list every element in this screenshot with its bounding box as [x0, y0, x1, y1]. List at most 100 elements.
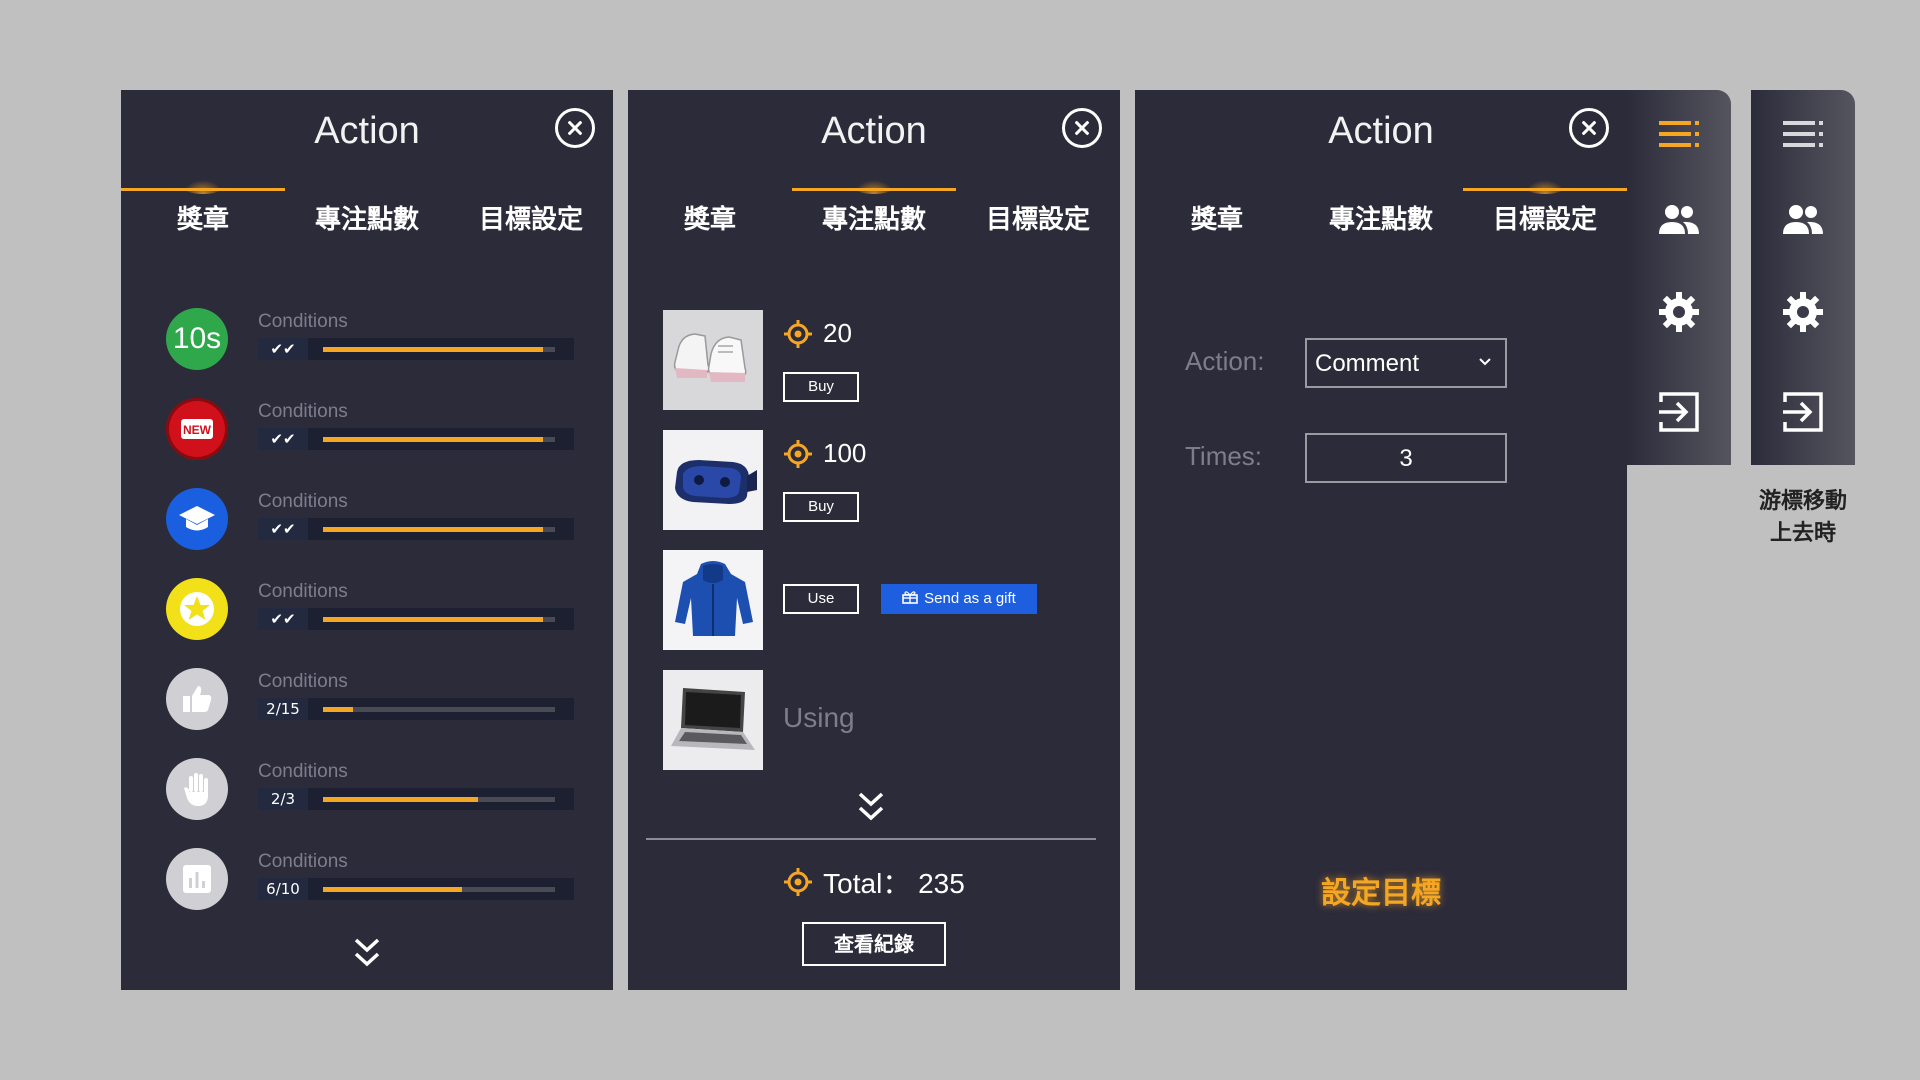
progress-track	[323, 887, 555, 892]
hand-icon	[166, 758, 228, 820]
progress-track	[323, 527, 555, 532]
achievement-item[interactable]: Conditions ✔✔	[166, 578, 586, 644]
tab-focus-points[interactable]: 專注點數	[285, 190, 449, 250]
total-label: Total： 235	[823, 868, 965, 899]
tab-bar: 獎章 專注點數 目標設定	[1135, 188, 1627, 250]
tab-medals[interactable]: 獎章	[1135, 190, 1299, 250]
achievement-progress: ✔✔	[258, 338, 574, 360]
sneakers-image	[663, 310, 763, 410]
target-icon	[784, 868, 813, 896]
vr-headset-image	[663, 430, 763, 530]
action-select[interactable]: Comment	[1305, 338, 1507, 388]
tab-goal-setting[interactable]: 目標設定	[1463, 188, 1627, 250]
achievement-label: Conditions	[258, 311, 348, 332]
tab-label: 目標設定	[1492, 205, 1597, 235]
progress-fill	[323, 347, 544, 352]
scroll-down-icon[interactable]	[856, 790, 886, 824]
new-badge-icon: NEW	[166, 398, 228, 460]
tab-medals[interactable]: 獎章	[121, 188, 285, 250]
target-icon	[784, 439, 812, 468]
shop-panel: Action 獎章 專注點數 目標設定 20 Buy 100 Buy Use S…	[628, 90, 1120, 990]
graduation-cap-icon	[166, 488, 228, 550]
progress-fill	[323, 617, 544, 622]
achievement-item[interactable]: NEW Conditions ✔✔	[166, 398, 586, 464]
gift-icon	[902, 591, 918, 604]
progress-fill	[323, 437, 544, 442]
times-input[interactable]: 3	[1305, 433, 1507, 483]
settings-icon[interactable]	[1657, 290, 1701, 334]
send-gift-button[interactable]: Send as a gift	[881, 584, 1037, 614]
progress-fill	[323, 797, 479, 802]
tab-medals[interactable]: 獎章	[628, 190, 792, 250]
achievement-item[interactable]: Conditions 2/15	[166, 668, 586, 734]
buy-button[interactable]: Buy	[783, 372, 859, 402]
view-history-button[interactable]: 查看紀錄	[802, 922, 946, 966]
achievement-badge: ✔✔	[258, 338, 308, 360]
menu-icon[interactable]	[1781, 112, 1825, 156]
achievement-label: Conditions	[258, 671, 348, 692]
tab-focus-points[interactable]: 專注點數	[1299, 190, 1463, 250]
price-value: 100	[823, 438, 867, 468]
panel-title: Action	[821, 110, 927, 152]
achievements-panel: Action 獎章 專注點數 目標設定 10s Conditions ✔✔ NE…	[121, 90, 613, 990]
item-price: 20	[783, 318, 852, 349]
tab-bar: 獎章 專注點數 目標設定	[121, 188, 613, 250]
progress-fill	[323, 887, 463, 892]
shop-item: Using	[663, 670, 1083, 770]
progress-fill	[323, 527, 544, 532]
tab-goal-setting[interactable]: 目標設定	[449, 190, 613, 250]
divider	[646, 838, 1096, 840]
close-icon[interactable]	[555, 108, 595, 148]
progress-track	[323, 707, 555, 712]
logout-icon[interactable]	[1781, 390, 1825, 434]
times-label: Times:	[1185, 441, 1263, 471]
achievement-item[interactable]: Conditions ✔✔	[166, 488, 586, 554]
achievement-item[interactable]: Conditions 2/3	[166, 758, 586, 824]
achievement-progress: ✔✔	[258, 518, 574, 540]
buy-button[interactable]: Buy	[783, 492, 859, 522]
price-value: 20	[823, 318, 852, 348]
achievement-progress: ✔✔	[258, 608, 574, 630]
use-button[interactable]: Use	[783, 584, 859, 614]
action-label: Action:	[1185, 346, 1265, 376]
chevron-down-icon	[1479, 358, 1491, 366]
achievement-badge: ✔✔	[258, 428, 308, 450]
achievement-label: Conditions	[258, 491, 348, 512]
achievement-item[interactable]: Conditions 6/10	[166, 848, 586, 914]
users-icon[interactable]	[1657, 198, 1701, 242]
shop-item: Use Send as a gift	[663, 550, 1083, 650]
scroll-down-icon[interactable]	[352, 936, 382, 970]
users-icon[interactable]	[1781, 198, 1825, 242]
tab-label: 獎章	[1190, 205, 1243, 235]
achievement-badge: 2/3	[258, 788, 308, 810]
goal-panel: Action 獎章 專注點數 目標設定 Action: Comment Time…	[1135, 90, 1627, 990]
menu-icon[interactable]	[1657, 112, 1701, 156]
progress-track	[323, 347, 555, 352]
close-icon[interactable]	[1569, 108, 1609, 148]
settings-icon[interactable]	[1781, 290, 1825, 334]
achievement-item[interactable]: 10s Conditions ✔✔	[166, 308, 586, 374]
10s-icon: 10s	[166, 308, 228, 370]
action-select-value: Comment	[1315, 350, 1420, 377]
tab-label: 獎章	[683, 205, 736, 235]
chart-icon	[166, 848, 228, 910]
logout-icon[interactable]	[1657, 390, 1701, 434]
achievement-label: Conditions	[258, 761, 348, 782]
set-goal-button[interactable]: 設定目標	[1135, 868, 1627, 912]
using-status: Using	[783, 702, 855, 733]
tab-goal-setting[interactable]: 目標設定	[956, 190, 1120, 250]
gift-button-label: Send as a gift	[924, 590, 1016, 607]
achievement-badge: 6/10	[258, 878, 308, 900]
target-icon	[784, 319, 812, 348]
tab-bar: 獎章 專注點數 目標設定	[628, 188, 1120, 250]
panel-title: Action	[314, 110, 420, 152]
tab-focus-points[interactable]: 專注點數	[792, 188, 956, 250]
star-icon	[166, 578, 228, 640]
sidebar-default	[1627, 90, 1731, 465]
panel-title: Action	[1328, 110, 1434, 152]
shop-item: 20 Buy	[663, 310, 1083, 410]
total-points: Total： 235	[628, 862, 1120, 902]
tab-label: 專注點數	[821, 205, 926, 235]
svg-text:NEW: NEW	[183, 423, 212, 437]
close-icon[interactable]	[1062, 108, 1102, 148]
